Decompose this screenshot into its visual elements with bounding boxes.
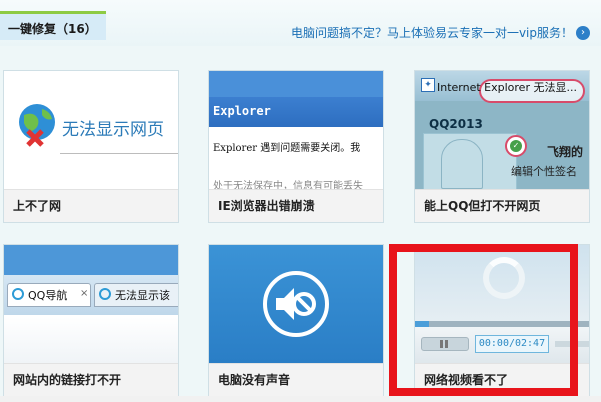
card-label: 网络视频看不了 <box>415 363 589 396</box>
arrow-right-icon[interactable]: › <box>576 26 590 40</box>
card-label: IE浏览器出错崩溃 <box>209 189 383 222</box>
browser-tab: 无法显示该 <box>94 283 178 307</box>
card-thumbnail: Explorer Explorer 遇到问题需要关闭。我 处于无法保存中，信息有… <box>209 71 383 189</box>
ie-icon <box>12 288 24 300</box>
repair-card-qq-no-web[interactable]: ✦ Internet Explorer 无法显... QQ2013 ✓ 飞翔的 … <box>414 70 590 223</box>
page-title: 一键修复（16） <box>8 22 97 36</box>
browser-tab: QQ导航 × <box>7 283 91 307</box>
error-text: Explorer 遇到问题需要关闭。我 <box>213 143 361 154</box>
avatar <box>441 139 483 189</box>
repair-card-ie-crash[interactable]: Explorer Explorer 遇到问题需要关闭。我 处于无法保存中，信息有… <box>208 70 384 223</box>
header: 一键修复（16） 电脑问题搞不定？马上体验易云专家一对一vip服务！ › <box>0 0 601 46</box>
mute-speaker-icon <box>276 288 316 320</box>
window-title: Internet Explorer 无法显... <box>437 81 577 94</box>
card-thumbnail <box>209 245 383 363</box>
card-label: 上不了网 <box>4 189 178 222</box>
repair-card-no-sound[interactable]: 电脑没有声音 <box>208 244 384 397</box>
card-thumbnail: QQ导航 × 无法显示该 <box>4 245 178 363</box>
repair-card-video-fail[interactable]: 00:00/02:47 网络视频看不了 <box>414 244 590 397</box>
ie-icon <box>99 288 111 300</box>
signature: 编辑个性签名 <box>511 165 577 178</box>
error-text-secondary: 处于无法保存中，信息有可能丢失 <box>213 181 363 189</box>
card-label: 网站内的链接打不开 <box>4 363 178 396</box>
repair-card-no-internet[interactable]: 无法显示网页 上不了网 <box>3 70 179 223</box>
status-icon: ✓ <box>505 135 527 157</box>
card-thumbnail: 无法显示网页 <box>4 71 178 189</box>
divider <box>60 153 178 154</box>
window-titlebar: Explorer <box>209 97 383 127</box>
time-readout: 00:00/02:47 <box>475 335 549 353</box>
username: 飞翔的 <box>547 145 584 159</box>
repair-card-links-broken[interactable]: QQ导航 × 无法显示该 网站内的链接打不开 <box>3 244 179 397</box>
window-title: Explorer <box>213 104 271 118</box>
vip-service-link[interactable]: 电脑问题搞不定？马上体验易云专家一对一vip服务！ <box>291 24 573 41</box>
card-thumbnail: 00:00/02:47 <box>415 245 589 363</box>
loading-spinner-icon <box>483 257 525 299</box>
volume-bar <box>555 341 589 347</box>
error-message: 无法显示网页 <box>62 120 164 140</box>
pause-icon <box>421 337 469 351</box>
card-thumbnail: ✦ Internet Explorer 无法显... QQ2013 ✓ 飞翔的 … <box>415 71 589 189</box>
card-label: 电脑没有声音 <box>209 363 383 396</box>
qq-title: QQ2013 <box>429 117 483 131</box>
paw-icon: ✦ <box>421 78 435 92</box>
globe-error-icon <box>19 104 55 147</box>
card-label: 能上QQ但打不开网页 <box>415 189 589 222</box>
close-icon: × <box>80 288 89 299</box>
